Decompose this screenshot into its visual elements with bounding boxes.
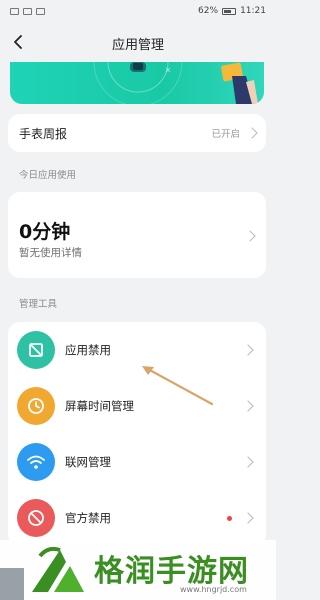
ban-icon: [17, 499, 55, 537]
chevron-right-icon: [242, 512, 254, 524]
app-block-icon: [17, 331, 55, 369]
usage-detail: 暂无使用详情: [19, 247, 82, 259]
watch-report-status: 已开启: [211, 129, 240, 140]
today-usage-section-label: 今日应用使用: [19, 170, 77, 181]
chevron-right-icon: [242, 400, 254, 412]
clock-icon: [17, 387, 55, 425]
clock-time: 11:21: [240, 6, 266, 16]
status-right: 62% 11:21: [198, 6, 266, 16]
usage-duration: 0分钟: [19, 221, 71, 243]
tool-label-official-block: 官方禁用: [65, 511, 111, 525]
chevron-right-icon: [242, 456, 254, 468]
page-title: 应用管理: [111, 37, 164, 53]
notification-dot: [227, 515, 232, 521]
tool-row-official-block[interactable]: 官方禁用: [8, 490, 266, 546]
watch-report-row[interactable]: 手表周报 已开启: [8, 114, 266, 152]
watermark-logo: [32, 546, 84, 592]
battery-percent: 62%: [198, 6, 219, 16]
notification-icon: [36, 7, 45, 15]
chevron-right-icon: [242, 344, 254, 356]
tool-label-app-block: 应用禁用: [65, 343, 111, 357]
watermark-overlay: 格润手游网 www.hngrjd.com: [0, 540, 276, 600]
tool-row-screen-time[interactable]: 屏幕时间管理: [8, 378, 266, 434]
tool-row-app-block[interactable]: 应用禁用: [8, 322, 266, 378]
back-button[interactable]: [9, 32, 27, 52]
chevron-left-icon: [14, 35, 22, 49]
chevron-right-icon: [246, 127, 258, 139]
wifi-status-icon: [23, 7, 32, 15]
tool-row-network[interactable]: 联网管理: [8, 434, 266, 490]
wifi-icon: [17, 443, 55, 481]
watch-report-label: 手表周报: [19, 126, 68, 141]
status-bar: 62% 11:21: [0, 0, 276, 22]
tools-section-label: 管理工具: [19, 299, 58, 310]
watermark-gray-block: [0, 568, 24, 600]
title-bar: 应用管理: [0, 28, 276, 58]
signal-icon: [10, 7, 19, 15]
status-left: [10, 7, 45, 15]
watermark-url: www.hngrjd.com: [180, 585, 247, 594]
banner-illustration: [93, 62, 258, 104]
watermark-text: 格润手游网: [94, 554, 249, 589]
today-usage-card[interactable]: 0分钟 暂无使用详情: [8, 192, 266, 278]
chevron-right-icon: [244, 230, 256, 242]
battery-icon: [222, 7, 237, 15]
annotation-arrow: [142, 366, 214, 406]
tools-card: 应用禁用 屏幕时间管理 联网管理 官方禁用: [8, 322, 266, 546]
tool-label-network: 联网管理: [65, 455, 111, 469]
promo-banner[interactable]: [10, 62, 264, 104]
